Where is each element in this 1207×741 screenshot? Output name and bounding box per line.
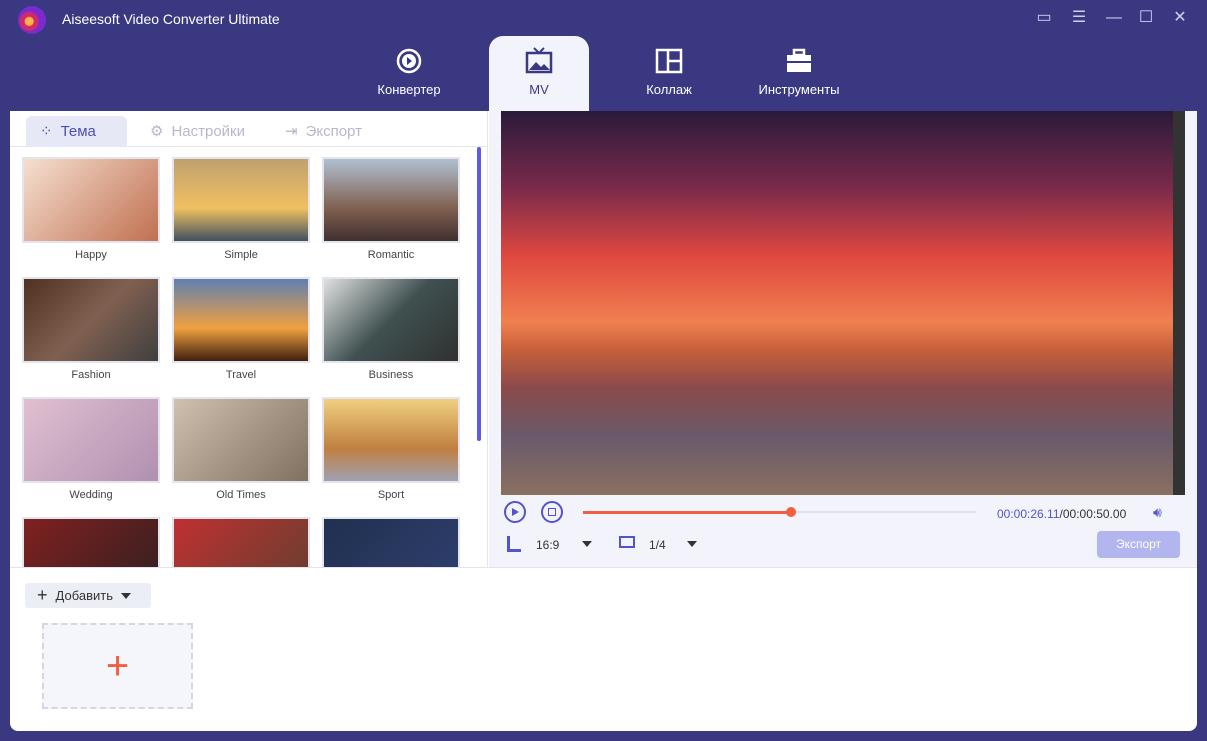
theme-label: Sport <box>377 489 405 501</box>
export-icon: ⇥ <box>285 123 298 140</box>
theme-label: Travel <box>225 369 257 381</box>
nav-label: Коллаж <box>646 82 692 97</box>
aspect-ratio-dropdown[interactable] <box>582 541 592 547</box>
theme-thumbnail <box>22 277 160 363</box>
theme-label: Happy <box>75 249 107 261</box>
theme-item[interactable] <box>22 517 160 567</box>
tab-label: Тема <box>60 123 96 140</box>
progress-slider[interactable] <box>583 507 976 517</box>
theme-item[interactable]: Romantic <box>322 157 460 261</box>
gear-icon: ⚙ <box>150 123 164 140</box>
menu-icon[interactable]: ☰ <box>1069 8 1089 28</box>
time-display: 00:00:26.11/00:00:50.00 <box>997 507 1126 521</box>
add-button[interactable]: + Добавить <box>25 583 151 608</box>
stop-icon <box>548 508 556 516</box>
screen-dropdown[interactable] <box>687 541 697 547</box>
chevron-down-icon <box>120 592 131 599</box>
feedback-icon[interactable]: ▭ <box>1034 8 1054 28</box>
tv-icon <box>525 47 553 74</box>
theme-thumbnail <box>22 517 160 567</box>
theme-grid: Happy Simple Romantic Fashion Travel Business… <box>22 157 462 567</box>
maximize-icon[interactable]: ☐ <box>1136 8 1156 28</box>
plus-icon: + <box>37 585 48 605</box>
nav-collage[interactable]: Коллаж <box>619 36 719 111</box>
screen-icon <box>619 536 635 548</box>
main-panel: ⁘ Тема ⚙ Настройки ⇥ Экспорт Happy Simple Rom… <box>10 111 1197 731</box>
tab-theme[interactable]: ⁘ Тема <box>26 116 127 147</box>
theme-label: Old Times <box>216 489 266 501</box>
grid-icon: ⁘ <box>40 123 53 140</box>
app-title: Aiseesoft Video Converter Ultimate <box>62 11 280 27</box>
stop-button[interactable] <box>541 501 563 523</box>
theme-item[interactable] <box>172 517 310 567</box>
theme-item[interactable]: Simple <box>172 157 310 261</box>
theme-thumbnail <box>172 277 310 363</box>
scrollbar[interactable] <box>477 147 481 441</box>
panel-tabs: ⁘ Тема ⚙ Настройки ⇥ Экспорт <box>10 111 487 147</box>
theme-thumbnail <box>322 157 460 243</box>
export-button[interactable]: Экспорт <box>1097 531 1180 558</box>
theme-label: Business <box>368 369 414 381</box>
tab-label: Настройки <box>171 123 246 140</box>
tab-settings[interactable]: ⚙ Настройки <box>136 116 259 147</box>
app-logo <box>18 6 46 34</box>
total-time: /00:00:50.00 <box>1059 507 1127 521</box>
add-label: Добавить <box>55 588 113 603</box>
nav-label: MV <box>529 82 549 97</box>
progress-handle[interactable] <box>786 507 797 517</box>
toolbox-icon <box>787 48 811 72</box>
theme-label: Wedding <box>69 489 113 501</box>
theme-thumbnail <box>172 157 310 243</box>
theme-label: Fashion <box>71 369 111 381</box>
play-button[interactable] <box>504 501 526 523</box>
tab-label: Экспорт <box>305 123 362 140</box>
media-area: + Добавить + <box>10 567 1197 731</box>
nav-label: Инструменты <box>758 82 840 97</box>
nav-converter[interactable]: Конвертер <box>359 36 459 111</box>
nav-tools[interactable]: Инструменты <box>749 36 849 111</box>
theme-item[interactable]: Travel <box>172 277 310 381</box>
theme-item[interactable]: Sport <box>322 397 460 501</box>
volume-icon[interactable]: 🔊︎ <box>1153 504 1162 521</box>
theme-label: Simple <box>224 249 258 261</box>
theme-thumbnail <box>322 277 460 363</box>
theme-item[interactable] <box>322 517 460 567</box>
theme-item[interactable]: Business <box>322 277 460 381</box>
theme-thumbnail <box>172 397 310 483</box>
theme-thumbnail <box>22 397 160 483</box>
plus-icon: + <box>105 643 130 688</box>
theme-thumbnail <box>172 517 310 567</box>
collage-icon <box>655 48 683 74</box>
theme-label: Romantic <box>367 249 415 261</box>
play-icon <box>512 508 519 516</box>
add-media-dropzone[interactable]: + <box>42 623 193 709</box>
tab-export[interactable]: ⇥ Экспорт <box>271 116 376 147</box>
close-icon[interactable]: ✕ <box>1170 8 1190 28</box>
theme-thumbnail <box>22 157 160 243</box>
theme-thumbnail <box>322 397 460 483</box>
theme-thumbnail <box>322 517 460 567</box>
theme-item[interactable]: Fashion <box>22 277 160 381</box>
nav-label: Конвертер <box>377 82 441 97</box>
title-bar: Aiseesoft Video Converter Ultimate ▭ ☰ —… <box>0 0 1207 36</box>
minimize-icon[interactable]: — <box>1104 8 1124 28</box>
nav-mv[interactable]: MV <box>489 36 589 111</box>
screen-value[interactable]: 1/4 <box>649 538 666 552</box>
theme-item[interactable]: Old Times <box>172 397 310 501</box>
theme-item[interactable]: Wedding <box>22 397 160 501</box>
preview-panel: 00:00:26.11/00:00:50.00 🔊︎ 16:9 1/4 Эксп… <box>489 111 1197 567</box>
video-preview <box>501 111 1185 495</box>
aspect-ratio-icon <box>507 536 521 552</box>
theme-item[interactable]: Happy <box>22 157 160 261</box>
convert-icon <box>396 48 422 74</box>
current-time: 00:00:26.11 <box>997 507 1060 521</box>
aspect-ratio-value[interactable]: 16:9 <box>536 538 559 552</box>
theme-panel: ⁘ Тема ⚙ Настройки ⇥ Экспорт Happy Simple Rom… <box>10 111 488 567</box>
